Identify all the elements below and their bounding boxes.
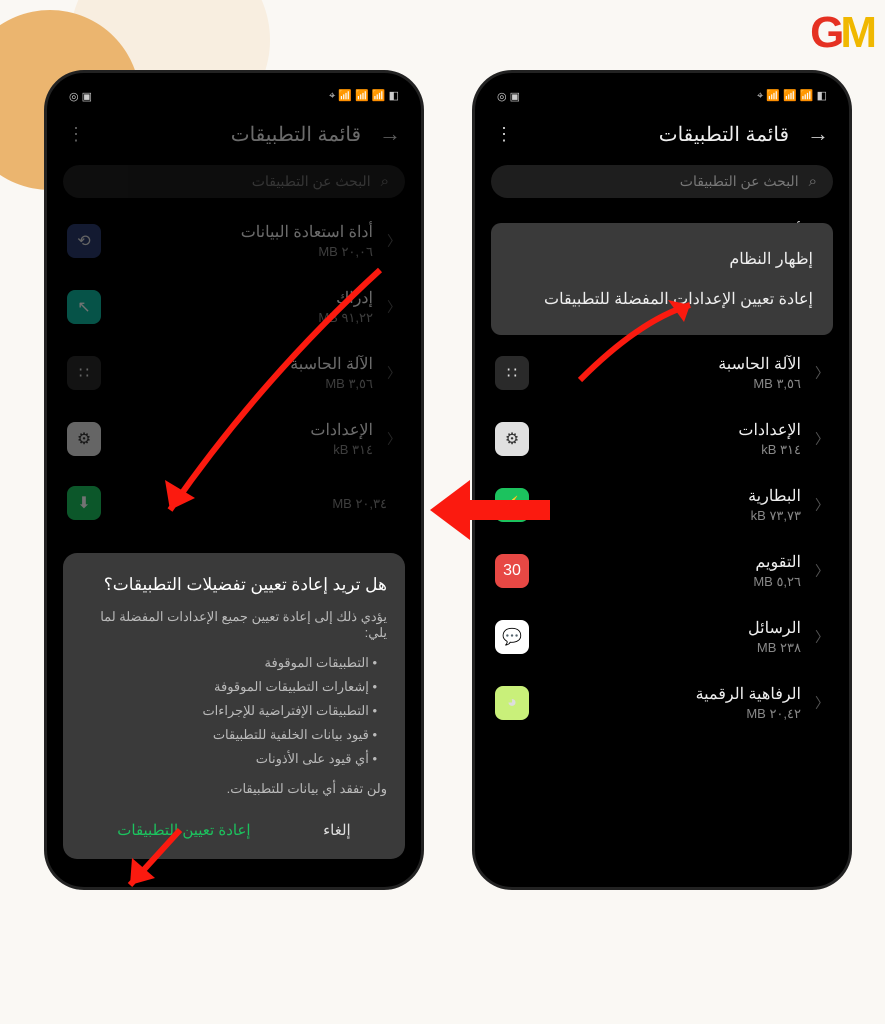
page-title: قائمة التطبيقات: [659, 122, 789, 147]
menu-show-system[interactable]: إظهار النظام: [507, 239, 817, 279]
status-right-icons: ⌖ 📶 📶 📶 ◧: [329, 89, 399, 103]
app-name: الإعدادات: [115, 420, 373, 440]
search-placeholder: البحث عن التطبيقات: [252, 173, 371, 190]
app-icon: ◕: [495, 686, 529, 720]
search-placeholder: البحث عن التطبيقات: [680, 173, 799, 190]
cancel-button[interactable]: إلغاء: [313, 815, 361, 845]
app-name: الآلة الحاسبة: [543, 354, 801, 374]
reset-apps-button[interactable]: إعادة تعيين التطبيقات: [107, 815, 260, 845]
app-name: الآلة الحاسبة: [115, 354, 373, 374]
app-icon: ⟲: [67, 224, 101, 258]
app-size: ٢٠,٣٤ MB: [115, 496, 387, 512]
logo-g: G: [810, 8, 840, 57]
dialog-bullet: إشعارات التطبيقات الموقوفة: [81, 679, 377, 695]
chevron-left-icon: 〈: [387, 231, 401, 251]
app-icon: ⚡: [495, 488, 529, 522]
status-bar: ◎ ▣ ⌖ 📶 📶 📶 ◧: [491, 87, 833, 115]
app-size: ٣١٤ kB: [115, 442, 373, 458]
app-row[interactable]: 〈 التقويم ٥,٢٦ MB 30: [491, 538, 833, 604]
chevron-left-icon: 〈: [387, 297, 401, 317]
app-name: الرفاهية الرقمية: [543, 684, 801, 704]
dialog-bullet: قيود بيانات الخلفية للتطبيقات: [81, 727, 377, 743]
search-input[interactable]: ⌕ البحث عن التطبيقات: [491, 165, 833, 198]
status-bar: ◎ ▣ ⌖ 📶 📶 📶 ◧: [63, 87, 405, 115]
logo-m: M: [840, 8, 873, 57]
app-size: ٢٠,٤٢ MB: [543, 706, 801, 722]
status-right-icons: ⌖ 📶 📶 📶 ◧: [757, 89, 827, 103]
chevron-left-icon: 〈: [815, 693, 829, 713]
app-size: ٣,٥٦ MB: [115, 376, 373, 392]
app-name: الإعدادات: [543, 420, 801, 440]
app-size: ٣,٥٦ MB: [543, 376, 801, 392]
app-size: ٧٣,٧٣ kB: [543, 508, 801, 524]
app-icon: ⚙: [67, 422, 101, 456]
chevron-left-icon: 〈: [815, 561, 829, 581]
dialog-bullet: التطبيقات الموقوفة: [81, 655, 377, 671]
app-size: ٥,٢٦ MB: [543, 574, 801, 590]
chevron-left-icon: 〈: [815, 363, 829, 383]
more-icon[interactable]: ⋮: [67, 124, 85, 145]
search-icon: ⌕: [809, 173, 817, 190]
phone-left: ◎ ▣ ⌖ 📶 📶 📶 ◧ → قائمة التطبيقات ⋮ ⌕ البح…: [44, 70, 424, 890]
app-icon: ∷: [495, 356, 529, 390]
header: → قائمة التطبيقات ⋮: [491, 115, 833, 165]
app-row[interactable]: 〈 الإعدادات ٣١٤ kB ⚙: [491, 406, 833, 472]
app-row[interactable]: 〈 الإعدادات ٣١٤ kB ⚙: [63, 406, 405, 472]
app-row[interactable]: 〈 الرسائل ٢٣٨ MB 💬: [491, 604, 833, 670]
app-name: أداة استعادة البيانات: [115, 222, 373, 242]
status-left-icons: ◎ ▣: [497, 89, 520, 103]
phone-right: ◎ ▣ ⌖ 📶 📶 📶 ◧ → قائمة التطبيقات ⋮ ⌕ البح…: [472, 70, 852, 890]
chevron-left-icon: 〈: [815, 627, 829, 647]
app-size: ٩١,٢٢ MB: [115, 310, 373, 326]
app-icon: 💬: [495, 620, 529, 654]
app-name: الرسائل: [543, 618, 801, 638]
app-name: إدراك: [115, 288, 373, 308]
dialog-note: ولن تفقد أي بيانات للتطبيقات.: [81, 781, 387, 797]
app-size: ٣١٤ kB: [543, 442, 801, 458]
logo: GM: [810, 8, 873, 58]
app-name: البطارية: [543, 486, 801, 506]
app-row[interactable]: 〈 أداة استعادة البيانات ٢٠,٠٦ MB ⟲: [63, 208, 405, 274]
more-icon[interactable]: ⋮: [495, 124, 513, 145]
app-icon: ∷: [67, 356, 101, 390]
dialog-bullets: التطبيقات الموقوفة إشعارات التطبيقات المو…: [81, 655, 387, 767]
page-title: قائمة التطبيقات: [231, 122, 361, 147]
status-left-icons: ◎ ▣: [69, 89, 92, 103]
app-size: ٢٣٨ MB: [543, 640, 801, 656]
search-input[interactable]: ⌕ البحث عن التطبيقات: [63, 165, 405, 198]
app-icon: 30: [495, 554, 529, 588]
dialog-title: هل تريد إعادة تعيين تفضيلات التطبيقات؟: [81, 575, 387, 595]
app-row[interactable]: 〈 الآلة الحاسبة ٣,٥٦ MB ∷: [63, 340, 405, 406]
app-icon: ⬇: [67, 486, 101, 520]
chevron-left-icon: 〈: [387, 363, 401, 383]
app-name: التقويم: [543, 552, 801, 572]
dialog-bullet: التطبيقات الإفتراضية للإجراءات: [81, 703, 377, 719]
chevron-left-icon: 〈: [815, 429, 829, 449]
app-row[interactable]: 〈 البطارية ٧٣,٧٣ kB ⚡: [491, 472, 833, 538]
app-icon: ↖: [67, 290, 101, 324]
app-row[interactable]: 〈 إدراك ٩١,٢٢ MB ↖: [63, 274, 405, 340]
chevron-left-icon: 〈: [387, 429, 401, 449]
reset-dialog: هل تريد إعادة تعيين تفضيلات التطبيقات؟ ي…: [63, 553, 405, 859]
app-row[interactable]: 〈 الرفاهية الرقمية ٢٠,٤٢ MB ◕: [491, 670, 833, 736]
back-icon[interactable]: →: [379, 121, 401, 147]
app-row[interactable]: ٢٠,٣٤ MB ⬇: [63, 472, 405, 534]
overflow-menu: إظهار النظام إعادة تعيين الإعدادات المفض…: [491, 223, 833, 335]
header: → قائمة التطبيقات ⋮: [63, 115, 405, 165]
chevron-left-icon: 〈: [815, 495, 829, 515]
app-size: ٢٠,٠٦ MB: [115, 244, 373, 260]
dialog-subtitle: يؤدي ذلك إلى إعادة تعيين جميع الإعدادات …: [81, 609, 387, 641]
dialog-bullet: أي قيود على الأذونات: [81, 751, 377, 767]
app-list: 〈 أداة استعادة البيانات ٢٠,٠٦ MB ⟲ 〈 إدراك ٩١,…: [63, 208, 405, 534]
app-row[interactable]: 〈 الآلة الحاسبة ٣,٥٦ MB ∷: [491, 340, 833, 406]
search-icon: ⌕: [381, 173, 389, 190]
app-icon: ⚙: [495, 422, 529, 456]
menu-reset-prefs[interactable]: إعادة تعيين الإعدادات المفضلة للتطبيقات: [507, 279, 817, 319]
back-icon[interactable]: →: [807, 121, 829, 147]
